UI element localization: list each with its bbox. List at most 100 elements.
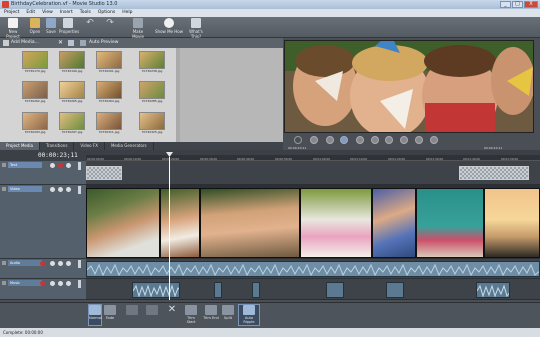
track-expand-icon[interactable] bbox=[2, 163, 6, 167]
track-level-slider[interactable] bbox=[78, 162, 81, 170]
track-mute-icon[interactable] bbox=[58, 281, 63, 286]
show-me-how-button[interactable]: Show Me How bbox=[155, 18, 183, 34]
record-icon[interactable] bbox=[294, 136, 302, 144]
video-clip[interactable] bbox=[416, 188, 484, 258]
video-clip[interactable] bbox=[86, 188, 160, 258]
auto-preview-icon[interactable] bbox=[80, 40, 86, 46]
add-media-button[interactable]: Add Media... bbox=[11, 38, 39, 48]
audio-track-lane[interactable] bbox=[86, 259, 540, 279]
menu-edit[interactable]: Edit bbox=[26, 9, 35, 17]
undo-button[interactable]: ↶ bbox=[84, 18, 96, 29]
media-thumbnail[interactable] bbox=[139, 112, 165, 130]
stop-icon[interactable] bbox=[371, 136, 379, 144]
track-name[interactable]: Video bbox=[8, 186, 42, 192]
media-thumbnail[interactable] bbox=[96, 81, 122, 99]
menu-view[interactable]: View bbox=[42, 9, 53, 17]
music-clip[interactable] bbox=[386, 282, 404, 298]
video-clip[interactable] bbox=[160, 188, 200, 258]
media-thumbnail[interactable] bbox=[22, 51, 48, 69]
text-clip[interactable] bbox=[459, 166, 529, 180]
video-clip[interactable] bbox=[200, 188, 300, 258]
track-header-music[interactable]: Music bbox=[0, 279, 86, 300]
pause-icon[interactable] bbox=[356, 136, 364, 144]
track-record-icon[interactable] bbox=[40, 261, 45, 266]
menu-project[interactable]: Project bbox=[4, 9, 19, 17]
track-fx-icon[interactable] bbox=[50, 187, 55, 192]
track-name[interactable]: Music bbox=[8, 280, 42, 286]
go-to-start-icon[interactable] bbox=[385, 136, 393, 144]
redo-button[interactable]: ↷ bbox=[104, 18, 116, 29]
whats-this-button[interactable]: What's This? bbox=[184, 18, 208, 39]
track-fx-icon[interactable] bbox=[50, 261, 55, 266]
tab-video-fx[interactable]: Video FX bbox=[74, 142, 105, 150]
video-clip[interactable] bbox=[372, 188, 416, 258]
playhead-line[interactable] bbox=[169, 157, 170, 300]
media-thumbnail[interactable] bbox=[59, 81, 85, 99]
text-clip[interactable] bbox=[86, 166, 122, 180]
music-clip[interactable] bbox=[214, 282, 222, 298]
video-clip[interactable] bbox=[484, 188, 540, 258]
media-thumbnail[interactable] bbox=[22, 81, 48, 99]
track-expand-icon[interactable] bbox=[2, 281, 6, 285]
track-solo-icon[interactable] bbox=[66, 187, 71, 192]
video-track-lane[interactable] bbox=[86, 185, 540, 259]
properties-icon[interactable] bbox=[68, 40, 74, 46]
track-name[interactable]: Text bbox=[8, 162, 42, 168]
minimize-button[interactable]: _ bbox=[500, 1, 511, 8]
music-clip[interactable] bbox=[132, 282, 180, 298]
go-to-end-icon[interactable] bbox=[400, 136, 408, 144]
video-clip[interactable] bbox=[300, 188, 372, 258]
track-level-slider[interactable] bbox=[78, 280, 81, 288]
track-mute-icon[interactable] bbox=[58, 261, 63, 266]
fade-button[interactable]: Fade bbox=[104, 305, 116, 320]
delete-button[interactable]: ✕ bbox=[166, 305, 178, 316]
auto-ripple-button[interactable]: Auto Ripple bbox=[238, 304, 260, 326]
trim-start-button[interactable]: Trim Start bbox=[183, 305, 199, 324]
text-track-lane[interactable] bbox=[86, 161, 540, 185]
save-button[interactable]: Save bbox=[44, 18, 58, 34]
menu-options[interactable]: Options bbox=[98, 9, 115, 17]
track-expand-icon[interactable] bbox=[2, 261, 6, 265]
music-clip[interactable] bbox=[326, 282, 344, 298]
track-solo-icon[interactable] bbox=[66, 163, 71, 168]
music-track-lane[interactable] bbox=[86, 279, 540, 300]
music-clip[interactable] bbox=[252, 282, 260, 298]
tab-media-generators[interactable]: Media Generators bbox=[105, 142, 154, 150]
track-fx-icon[interactable] bbox=[50, 281, 55, 286]
trim-end-button[interactable]: Trim End bbox=[203, 305, 219, 320]
split-button[interactable]: Split bbox=[222, 305, 234, 320]
next-frame-icon[interactable] bbox=[430, 136, 438, 144]
track-level-slider[interactable] bbox=[78, 186, 81, 194]
delete-icon[interactable]: ✕ bbox=[58, 40, 64, 46]
media-thumbnail[interactable] bbox=[96, 112, 122, 130]
loop-icon[interactable] bbox=[310, 136, 318, 144]
media-thumbnail[interactable] bbox=[139, 51, 165, 69]
track-solo-icon[interactable] bbox=[66, 281, 71, 286]
play-from-start-icon[interactable] bbox=[326, 136, 334, 144]
track-header-text[interactable]: Text bbox=[0, 161, 86, 185]
track-header-audio[interactable]: Audio bbox=[0, 259, 86, 279]
audio-clip[interactable] bbox=[86, 261, 540, 277]
menu-help[interactable]: Help bbox=[122, 9, 132, 17]
previous-frame-icon[interactable] bbox=[415, 136, 423, 144]
tab-project-media[interactable]: Project Media bbox=[0, 142, 40, 150]
new-project-button[interactable]: New Project bbox=[2, 18, 24, 39]
open-button[interactable]: Open bbox=[27, 18, 43, 34]
crop-button[interactable] bbox=[146, 305, 158, 316]
track-expand-icon[interactable] bbox=[2, 187, 6, 191]
move-button[interactable] bbox=[126, 305, 138, 316]
track-header-video[interactable]: Video bbox=[0, 185, 86, 259]
media-thumbnail[interactable] bbox=[59, 51, 85, 69]
track-name[interactable]: Audio bbox=[8, 260, 42, 266]
maximize-button[interactable]: □ bbox=[512, 1, 523, 8]
music-clip[interactable] bbox=[476, 282, 510, 298]
track-solo-icon[interactable] bbox=[66, 261, 71, 266]
play-icon[interactable] bbox=[340, 136, 348, 144]
normal-edit-button[interactable]: Normal bbox=[88, 304, 102, 326]
menu-insert[interactable]: Insert bbox=[60, 9, 73, 17]
properties-button[interactable]: Properties bbox=[59, 18, 79, 34]
tab-transitions[interactable]: Transitions bbox=[40, 142, 75, 150]
media-thumbnail[interactable] bbox=[139, 81, 165, 99]
track-fx-icon[interactable] bbox=[50, 163, 55, 168]
menu-tools[interactable]: Tools bbox=[80, 9, 91, 17]
